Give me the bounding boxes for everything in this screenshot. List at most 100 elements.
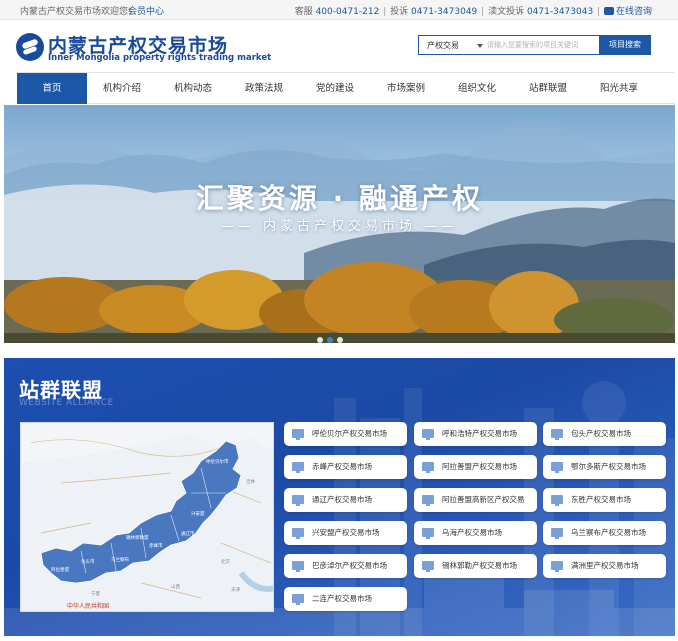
nav-news[interactable]: 机构动态 — [158, 73, 228, 104]
site-label: 锡林郭勒产权交易市场 — [442, 561, 517, 570]
site-link-erlian[interactable]: 二连产权交易市场 — [284, 587, 407, 611]
site-link-ordos[interactable]: 鄂尔多斯产权交易市场 — [543, 455, 666, 479]
monitor-icon — [292, 528, 304, 539]
site-label: 呼和浩特产权交易市场 — [442, 429, 517, 438]
site-link-manzhouli[interactable]: 满洲里产权交易市场 — [543, 554, 666, 578]
site-link-bayannur[interactable]: 巴彦淖尔产权交易市场 — [284, 554, 407, 578]
site-label: 二连产权交易市场 — [312, 594, 372, 603]
main-nav: 首页 机构介绍 机构动态 政策法规 党的建设 市场案例 组织文化 站群联盟 阳光… — [17, 72, 675, 104]
complaint-label: 投诉 — [390, 7, 409, 17]
svg-text:山西: 山西 — [171, 583, 180, 590]
svg-text:兴安盟: 兴安盟 — [191, 510, 205, 517]
site-label: 赤峰产权交易市场 — [312, 462, 372, 471]
site-link-chifeng[interactable]: 赤峰产权交易市场 — [284, 455, 407, 479]
search-box: 产权交易 项目搜索 — [418, 35, 651, 55]
site-label: 阿拉善盟产权交易市场 — [442, 462, 517, 471]
monitor-icon — [422, 495, 434, 506]
report-number: 0471-3473043 — [526, 7, 594, 17]
online-consult-link[interactable]: 在线咨询 — [603, 7, 652, 17]
top-bar: 内蒙古产权交易市场欢迎您! 会员中心 客服 400-0471-212 | 投诉 … — [0, 0, 678, 20]
monitor-icon — [551, 561, 563, 572]
search-button[interactable]: 项目搜索 — [599, 35, 651, 55]
member-center-link[interactable]: 会员中心 — [128, 4, 164, 17]
monitor-icon — [292, 495, 304, 506]
monitor-icon — [292, 594, 304, 605]
search-input[interactable] — [487, 38, 597, 52]
complaint-number: 0471-3473049 — [411, 7, 478, 17]
nav-sunshine[interactable]: 阳光共享 — [584, 73, 654, 104]
nav-culture[interactable]: 组织文化 — [442, 73, 512, 104]
monitor-icon — [551, 495, 563, 506]
map-caption: 中华人民共和国 — [67, 603, 110, 610]
svg-text:北京: 北京 — [221, 558, 230, 565]
site-label: 东胜产权交易市场 — [571, 495, 631, 504]
nav-policy[interactable]: 政策法规 — [229, 73, 299, 104]
chevron-down-icon[interactable] — [477, 44, 483, 48]
site-link-wuhai[interactable]: 乌海产权交易市场 — [414, 521, 537, 545]
banner-subtitle: —— 内蒙古产权交易市场 —— — [220, 219, 459, 234]
hotline-label: 客服 — [294, 7, 313, 17]
site-label: 包头产权交易市场 — [571, 429, 631, 438]
logo-mark-icon[interactable] — [16, 33, 44, 61]
monitor-icon — [422, 561, 434, 572]
banner-title: 汇聚资源 · 融通产权 — [195, 182, 484, 215]
site-link-alxa-hitech[interactable]: 阿拉善盟高新区产权交易 — [414, 488, 537, 512]
svg-text:乌兰察布: 乌兰察布 — [111, 556, 129, 563]
search-scope-select[interactable]: 产权交易 — [427, 40, 459, 51]
chat-icon — [603, 7, 614, 15]
site-link-baotou[interactable]: 包头产权交易市场 — [543, 422, 666, 446]
nav-party[interactable]: 党的建设 — [300, 73, 370, 104]
monitor-icon — [292, 462, 304, 473]
monitor-icon — [551, 429, 563, 440]
site-link-hohhot[interactable]: 呼和浩特产权交易市场 — [414, 422, 537, 446]
monitor-icon — [422, 429, 434, 440]
online-consult-label: 在线咨询 — [615, 7, 652, 17]
site-label: 兴安盟产权交易市场 — [312, 528, 380, 537]
svg-text:吉林: 吉林 — [246, 478, 255, 485]
slider-dot[interactable] — [337, 337, 343, 343]
hotline-number: 400-0471-212 — [315, 7, 380, 17]
slider-dot-active[interactable] — [327, 337, 333, 343]
monitor-icon — [422, 528, 434, 539]
site-link-xingan[interactable]: 兴安盟产权交易市场 — [284, 521, 407, 545]
nav-cases[interactable]: 市场案例 — [371, 73, 441, 104]
alliance-section: 站群联盟 WEBSITE ALLIANCE 呼伦贝尔市 兴安盟 通辽市 赤峰市 … — [4, 358, 675, 636]
slider-dots — [315, 328, 345, 343]
site-link-xilingol[interactable]: 锡林郭勒产权交易市场 — [414, 554, 537, 578]
svg-text:包头市: 包头市 — [81, 558, 95, 565]
contact-info: 客服 400-0471-212 | 投诉 0471-3473049 | 渎文投诉… — [294, 7, 652, 17]
svg-text:锡林郭勒盟: 锡林郭勒盟 — [126, 534, 149, 541]
nav-alliance[interactable]: 站群联盟 — [513, 73, 583, 104]
svg-text:呼伦贝尔市: 呼伦贝尔市 — [206, 458, 229, 465]
china-map[interactable]: 呼伦贝尔市 兴安盟 通辽市 赤峰市 锡林郭勒盟 乌兰察布 包头市 阿拉善盟 吉林… — [20, 422, 274, 612]
svg-text:天津: 天津 — [231, 586, 240, 593]
logo-subtitle: Inner Mongolia property rights trading m… — [48, 53, 272, 63]
nav-home[interactable]: 首页 — [17, 73, 87, 104]
nav-about[interactable]: 机构介绍 — [87, 73, 157, 104]
report-label: 渎文投诉 — [488, 7, 525, 17]
monitor-icon — [551, 462, 563, 473]
monitor-icon — [292, 429, 304, 440]
site-link-alxa[interactable]: 阿拉善盟产权交易市场 — [414, 455, 537, 479]
monitor-icon — [422, 462, 434, 473]
site-label: 乌兰察布产权交易市场 — [571, 528, 646, 537]
monitor-icon — [551, 528, 563, 539]
site-label: 鄂尔多斯产权交易市场 — [571, 462, 646, 471]
welcome-text: 内蒙古产权交易市场欢迎您! — [20, 7, 132, 17]
svg-text:通辽市: 通辽市 — [181, 530, 195, 537]
map-graphic: 呼伦贝尔市 兴安盟 通辽市 赤峰市 锡林郭勒盟 乌兰察布 包头市 阿拉善盟 吉林… — [21, 433, 273, 611]
site-link-hulunbuir[interactable]: 呼伦贝尔产权交易市场 — [284, 422, 407, 446]
site-link-tongliao[interactable]: 通辽产权交易市场 — [284, 488, 407, 512]
slider-dot[interactable] — [317, 337, 323, 343]
hero-banner[interactable]: 汇聚资源 · 融通产权 —— 内蒙古产权交易市场 —— — [4, 105, 675, 343]
site-link-dongsheng[interactable]: 东胜产权交易市场 — [543, 488, 666, 512]
svg-text:阿拉善盟: 阿拉善盟 — [51, 566, 69, 573]
site-label: 乌海产权交易市场 — [442, 528, 502, 537]
alliance-subtitle: WEBSITE ALLIANCE — [19, 398, 114, 408]
svg-text:赤峰市: 赤峰市 — [149, 542, 163, 549]
site-label: 通辽产权交易市场 — [312, 495, 372, 504]
svg-text:宁夏: 宁夏 — [91, 590, 100, 597]
site-label: 满洲里产权交易市场 — [571, 561, 639, 570]
site-link-ulanqab[interactable]: 乌兰察布产权交易市场 — [543, 521, 666, 545]
site-label: 巴彦淖尔产权交易市场 — [312, 561, 387, 570]
